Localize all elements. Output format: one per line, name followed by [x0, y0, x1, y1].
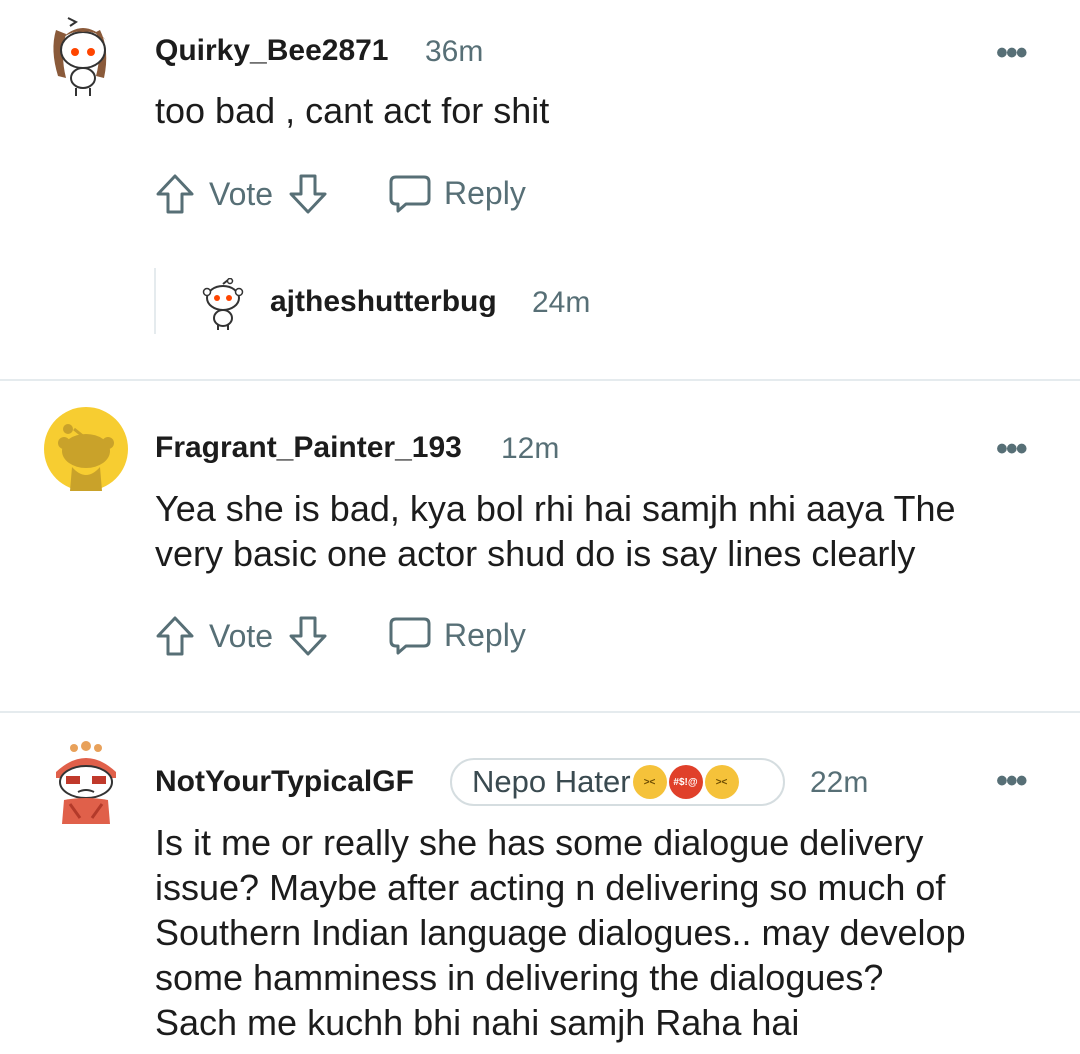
upvote-button[interactable]	[154, 173, 196, 215]
comment-author[interactable]: Fragrant_Painter_193	[155, 431, 462, 465]
comment-author[interactable]: NotYourTypicalGF	[155, 765, 414, 799]
confounded-face-emoji-icon: ><	[704, 765, 739, 799]
snoo-avatar-icon	[56, 741, 116, 824]
avatar[interactable]	[44, 407, 128, 491]
upvote-button[interactable]	[154, 615, 196, 657]
comment-body: Yea she is bad, kya bol rhi hai samjh nh…	[155, 486, 1055, 576]
reply-timestamp: 24m	[532, 286, 591, 319]
steam-from-nose-emoji-icon: ><	[632, 765, 667, 799]
reply-avatar[interactable]	[202, 278, 244, 330]
comment-timestamp: 22m	[810, 766, 869, 799]
comment-body: too bad , cant act for shit	[155, 88, 1035, 133]
downvote-button[interactable]	[287, 173, 329, 215]
arrow-up-icon	[156, 616, 194, 656]
flair-text: Nepo Hater	[472, 764, 631, 799]
comment-body-line: Sach me kuchh bhi nahi samjh Raha hai	[155, 1002, 800, 1043]
comment-body: Is it me or really she has some dialogue…	[155, 820, 1055, 1045]
avatar[interactable]	[46, 10, 120, 96]
downvote-button[interactable]	[287, 615, 329, 657]
user-flair: Nepo Hater >< #$!@ ><	[450, 758, 785, 806]
comment-body-line: issue? Maybe after acting n delivering s…	[155, 867, 946, 908]
comment-divider	[0, 379, 1080, 381]
comment-body-line: Yea she is bad, kya bol rhi hai samjh nh…	[155, 488, 956, 529]
more-options-button[interactable]: •••	[996, 762, 1028, 801]
reply-label: Reply	[444, 617, 526, 653]
comment-body-line: Is it me or really she has some dialogue…	[155, 822, 924, 863]
arrow-down-icon	[289, 616, 327, 656]
comment-body-line: too bad , cant act for shit	[155, 90, 550, 131]
comment-body-line: Southern Indian language dialogues.. may…	[155, 912, 966, 953]
snoo-avatar-icon	[53, 17, 107, 96]
comment-bubble-icon	[389, 175, 431, 213]
arrow-down-icon	[289, 174, 327, 214]
reply-author[interactable]: ajtheshutterbug	[270, 285, 497, 319]
more-options-button[interactable]: •••	[996, 34, 1028, 73]
reply-label: Reply	[444, 175, 526, 211]
comment-timestamp: 12m	[501, 432, 560, 465]
reply-button[interactable]: Reply	[388, 613, 538, 657]
snoo-avatar-icon	[44, 407, 128, 491]
reply-button[interactable]: Reply	[388, 171, 538, 215]
emoji-symbols: #$!@	[673, 777, 698, 788]
more-options-button[interactable]: •••	[996, 430, 1028, 469]
face-with-symbols-emoji-icon: #$!@	[668, 765, 703, 799]
vote-label: Vote	[209, 176, 274, 212]
comment-author[interactable]: Quirky_Bee2871	[155, 34, 389, 68]
comment-body-line: some hamminess in delivering the dialogu…	[155, 957, 884, 998]
arrow-up-icon	[156, 174, 194, 214]
comment-body-line: very basic one actor shud do is say line…	[155, 533, 916, 574]
comment-bubble-icon	[389, 617, 431, 655]
avatar[interactable]	[46, 738, 126, 830]
comment-divider	[0, 711, 1080, 713]
snoo-avatar-icon	[202, 278, 244, 330]
vote-label: Vote	[209, 618, 274, 654]
thread-line[interactable]	[154, 268, 156, 334]
comment-timestamp: 36m	[425, 35, 484, 68]
